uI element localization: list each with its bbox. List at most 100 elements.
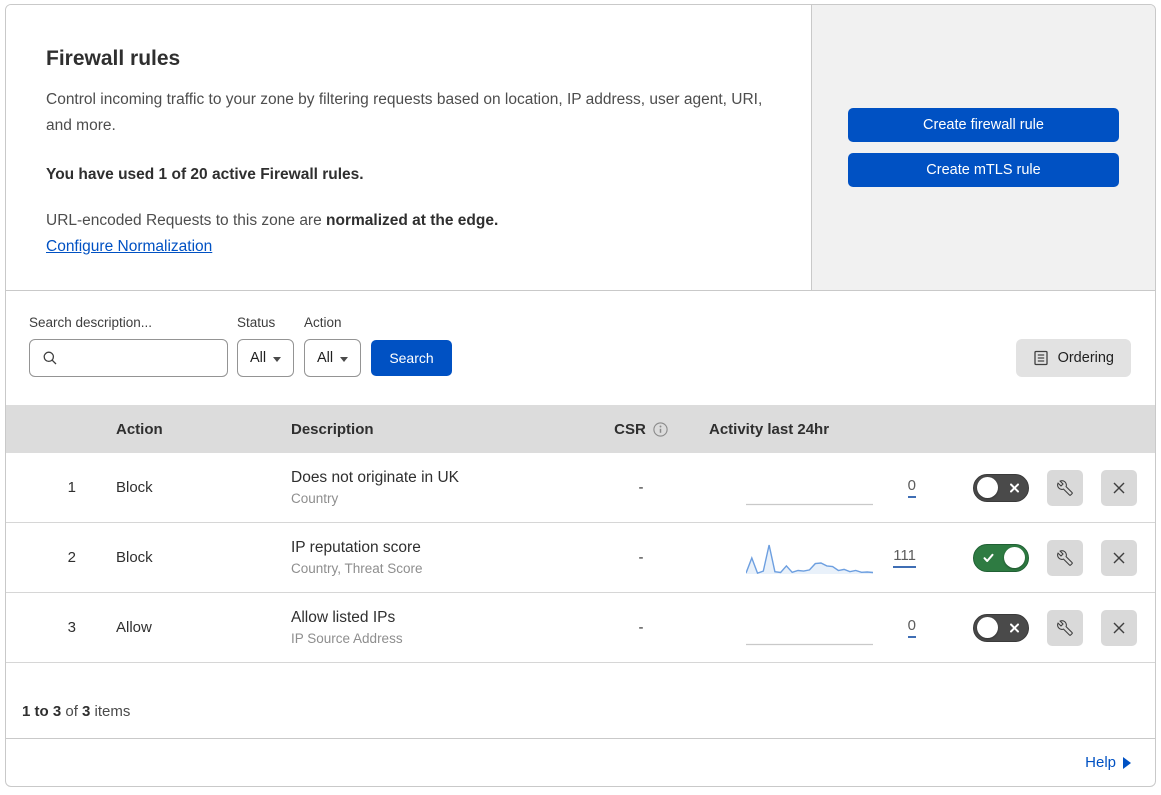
search-icon: [42, 350, 58, 366]
table-row: 3 Allow Allow listed IPs IP Source Addre…: [6, 593, 1155, 663]
rule-description-cell: Does not originate in UK Country: [266, 453, 576, 522]
rule-description: Allow listed IPs: [291, 609, 396, 626]
status-label: Status: [237, 315, 276, 330]
help-link[interactable]: Help: [1085, 754, 1131, 771]
filter-bar: Search description... Status All Action …: [6, 291, 1155, 405]
header-action-column: Action: [116, 420, 163, 438]
normalization-note-bold: normalized at the edge.: [326, 211, 499, 229]
rule-fields: Country, Threat Score: [291, 561, 423, 576]
activity-count-link[interactable]: 0: [907, 617, 916, 638]
delete-rule-button[interactable]: [1101, 469, 1137, 506]
activity-sparkline: [746, 503, 873, 505]
table-row: 2 Block IP reputation score Country, Thr…: [6, 523, 1155, 593]
edit-rule-button[interactable]: [1047, 469, 1083, 506]
help-row: Help: [6, 739, 1155, 786]
edit-rule-button[interactable]: [1047, 539, 1083, 576]
summary-range: 1 to 3: [22, 703, 62, 720]
delete-rule-button[interactable]: [1101, 609, 1137, 646]
intro-actions-panel: Create firewall rule Create mTLS rule: [812, 5, 1155, 290]
header-description-column: Description: [291, 420, 374, 438]
activity-count-link[interactable]: 111: [893, 547, 916, 568]
page-title: Firewall rules: [46, 47, 181, 70]
wrench-icon: [1057, 619, 1073, 636]
cross-icon: [1010, 623, 1019, 632]
rule-activity-cell: 0: [706, 453, 946, 522]
cross-icon: [1010, 483, 1019, 492]
rule-controls-cell: [946, 453, 1155, 522]
toggle-knob: [977, 477, 998, 498]
rule-action: Allow: [116, 619, 152, 636]
action-dropdown[interactable]: All: [304, 339, 361, 377]
close-icon: [1111, 550, 1127, 566]
help-link-label: Help: [1085, 754, 1116, 771]
toggle-knob: [977, 617, 998, 638]
action-label: Action: [304, 315, 342, 330]
firewall-rules-card: Firewall rules Control incoming traffic …: [5, 4, 1156, 787]
activity-sparkline: [746, 544, 873, 574]
rule-enabled-toggle[interactable]: [973, 613, 1029, 642]
ordering-button[interactable]: Ordering: [1015, 339, 1131, 377]
intro-section: Firewall rules Control incoming traffic …: [6, 5, 1155, 291]
rule-controls-cell: [946, 593, 1155, 662]
header-priority-column: [6, 405, 91, 453]
rule-action: Block: [116, 479, 153, 496]
search-button[interactable]: Search: [371, 340, 452, 376]
header-controls-column: [946, 405, 1155, 453]
rule-description: Does not originate in UK: [291, 469, 460, 486]
arrow-right-icon: [1123, 756, 1131, 769]
wrench-icon: [1057, 549, 1073, 566]
usage-summary: You have used 1 of 20 active Firewall ru…: [46, 165, 364, 183]
rule-csr-value: -: [638, 479, 644, 496]
summary-of: of: [61, 703, 83, 720]
normalization-note-text: URL-encoded Requests to this zone are: [46, 211, 327, 229]
rule-csr-value: -: [638, 619, 644, 636]
search-group: Search description...: [29, 315, 247, 377]
list-document-icon: [1033, 350, 1049, 366]
pagination-summary: 1 to 3 of 3 items: [6, 663, 1155, 739]
chevron-down-icon: [273, 356, 282, 362]
toggle-knob: [1004, 547, 1025, 568]
header-csr-column: CSR: [576, 405, 706, 453]
search-label: Search description...: [29, 315, 153, 330]
header-activity-column: Activity last 24hr: [709, 420, 830, 438]
info-icon[interactable]: [653, 421, 668, 437]
ordering-button-label: Ordering: [1057, 350, 1114, 366]
configure-normalization-link[interactable]: Configure Normalization: [46, 238, 212, 256]
chevron-down-icon: [340, 356, 349, 362]
status-selected-value: All: [249, 350, 267, 366]
create-firewall-rule-button[interactable]: Create firewall rule: [848, 108, 1119, 142]
status-filter-group: Status All: [237, 315, 294, 377]
search-input[interactable]: [66, 340, 247, 376]
rule-controls-cell: [946, 523, 1155, 592]
page-description: Control incoming traffic to your zone by…: [46, 91, 763, 135]
edit-rule-button[interactable]: [1047, 609, 1083, 646]
rule-fields: Country: [291, 491, 339, 506]
rule-enabled-toggle[interactable]: [973, 543, 1029, 572]
action-selected-value: All: [316, 350, 334, 366]
rule-csr-value: -: [638, 549, 644, 566]
rule-description-cell: Allow listed IPs IP Source Address: [266, 593, 576, 662]
check-icon: [983, 553, 994, 563]
status-dropdown[interactable]: All: [237, 339, 294, 377]
create-mtls-rule-button[interactable]: Create mTLS rule: [848, 153, 1119, 187]
rule-activity-cell: 111: [706, 523, 946, 592]
search-box: [29, 339, 247, 377]
rule-enabled-toggle[interactable]: [973, 473, 1029, 502]
rule-description-cell: IP reputation score Country, Threat Scor…: [266, 523, 576, 592]
table-header: Action Description CSR Activity last 24h…: [6, 405, 1155, 453]
rule-priority: 2: [67, 549, 76, 566]
delete-rule-button[interactable]: [1101, 539, 1137, 576]
wrench-icon: [1057, 479, 1073, 496]
action-filter-group: Action All: [304, 315, 361, 377]
table-row: 1 Block Does not originate in UK Country…: [6, 453, 1155, 523]
rule-priority: 3: [67, 619, 76, 636]
rule-description: IP reputation score: [291, 539, 421, 556]
summary-items: items: [90, 703, 131, 720]
activity-sparkline: [746, 643, 873, 645]
activity-count-link[interactable]: 0: [907, 477, 916, 498]
rule-action: Block: [116, 549, 153, 566]
intro-text-panel: Firewall rules Control incoming traffic …: [6, 5, 812, 290]
header-csr-label: CSR: [614, 420, 646, 438]
close-icon: [1111, 480, 1127, 496]
rule-activity-cell: 0: [706, 593, 946, 662]
